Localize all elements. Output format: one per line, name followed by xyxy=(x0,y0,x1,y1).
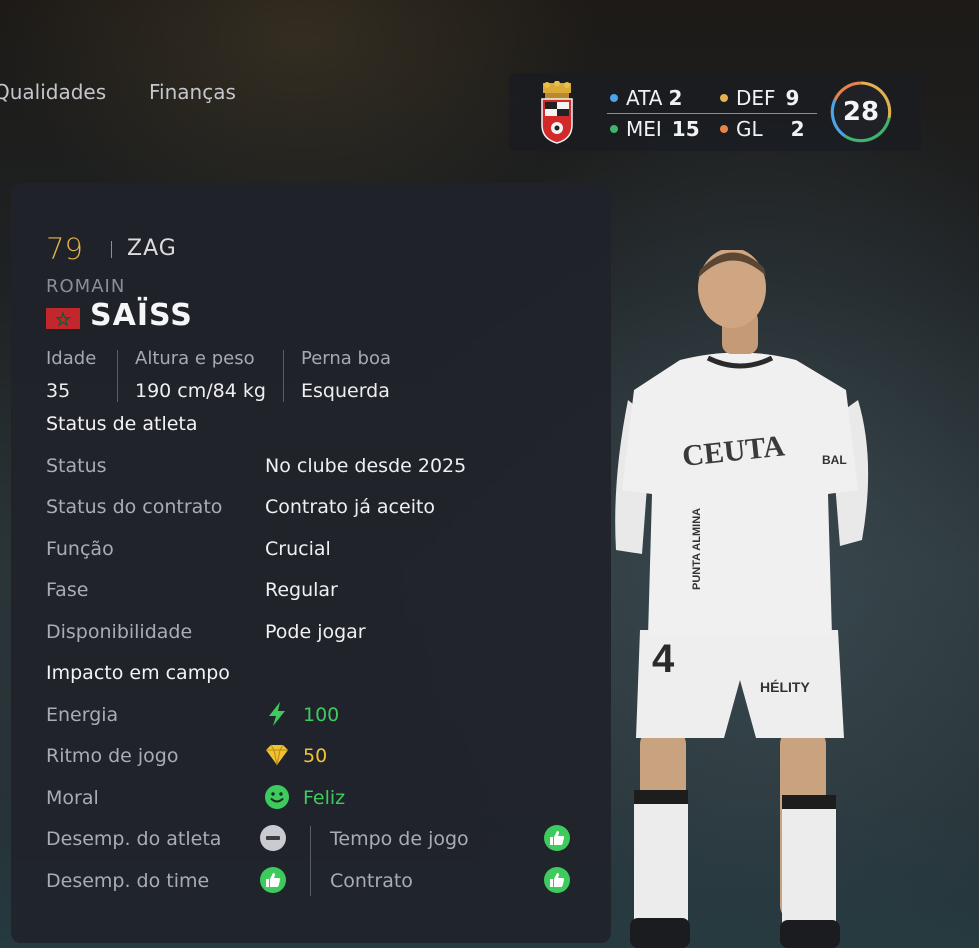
position-count-mei: MEI 15 xyxy=(610,117,700,141)
age-value: 35 xyxy=(46,380,71,402)
morocco-flag-icon xyxy=(46,308,80,329)
contract-status-value: Contrato já aceito xyxy=(265,496,436,518)
def-count: 9 xyxy=(785,86,800,110)
availability-value: Pode jogar xyxy=(265,621,366,643)
role-label: Função xyxy=(46,538,114,560)
player-last-name: SAÏSS xyxy=(90,298,193,333)
status-section-title: Status de atleta xyxy=(46,413,198,435)
status-value: No clube desde 2025 xyxy=(265,455,467,477)
sleeve-text: BAL xyxy=(822,453,847,467)
player-first-name: ROMAIN xyxy=(46,276,126,297)
player-3d-model: 4 HÉLITY CEUTA PUNTA ALMINA BAL xyxy=(615,250,869,948)
def-label: DEF xyxy=(736,86,776,110)
diamond-icon xyxy=(266,744,288,766)
foot-label: Perna boa xyxy=(301,348,391,369)
neutral-icon xyxy=(260,825,286,851)
contract-label: Contrato xyxy=(330,870,413,892)
position-count-ata: ATA 2 xyxy=(610,86,682,110)
mei-count: 15 xyxy=(671,117,700,141)
energy-value: 100 xyxy=(303,704,340,726)
height-weight-value: 190 cm/84 kg xyxy=(135,380,266,402)
shirt-sleeve-sponsor: PUNTA ALMINA xyxy=(691,508,703,590)
energy-label: Energia xyxy=(46,704,119,726)
availability-label: Disponibilidade xyxy=(46,621,193,643)
ata-label: ATA xyxy=(626,86,663,110)
thumbs-up-icon xyxy=(544,867,570,893)
smiley-icon xyxy=(265,785,289,809)
rating-separator xyxy=(111,241,112,258)
shorts-sponsor: HÉLITY xyxy=(760,679,810,695)
gl-label: GL xyxy=(736,117,763,141)
squad-total: 28 xyxy=(842,97,880,127)
match-rhythm-value: 50 xyxy=(303,745,328,767)
tab-qualidades[interactable]: Qualidades xyxy=(0,80,106,104)
player-performance-label: Desemp. do atleta xyxy=(46,828,222,850)
def-dot xyxy=(720,94,728,102)
ata-count: 2 xyxy=(668,86,683,110)
thumbs-up-icon xyxy=(260,867,286,893)
team-summary-divider xyxy=(607,113,817,114)
player-position: ZAG xyxy=(127,236,177,261)
height-weight-label: Altura e peso xyxy=(135,348,255,369)
bio-divider-2 xyxy=(283,350,284,402)
player-rating: 79 xyxy=(46,232,83,266)
mei-label: MEI xyxy=(626,117,662,141)
thumbs-up-icon xyxy=(544,825,570,851)
gl-count: 2 xyxy=(790,117,805,141)
impact-section-title: Impacto em campo xyxy=(46,662,230,684)
play-time-label: Tempo de jogo xyxy=(330,828,469,850)
club-crest-icon xyxy=(541,81,573,144)
phase-value: Regular xyxy=(265,579,338,601)
bio-divider-1 xyxy=(117,350,118,402)
ata-dot xyxy=(610,94,618,102)
role-value: Crucial xyxy=(265,538,331,560)
position-count-def: DEF 9 xyxy=(720,86,799,110)
team-performance-label: Desemp. do time xyxy=(46,870,210,892)
phase-label: Fase xyxy=(46,579,89,601)
tab-financas[interactable]: Finanças xyxy=(149,80,236,104)
impact-divider xyxy=(310,826,311,896)
age-label: Idade xyxy=(46,348,97,369)
match-rhythm-label: Ritmo de jogo xyxy=(46,745,179,767)
foot-value: Esquerda xyxy=(301,380,390,402)
shorts-number: 4 xyxy=(652,637,675,681)
mei-dot xyxy=(610,125,618,133)
lightning-icon xyxy=(269,702,285,726)
contract-status-label: Status do contrato xyxy=(46,496,223,518)
morale-value: Feliz xyxy=(303,787,346,809)
position-count-gl: GL 2 xyxy=(720,117,805,141)
morale-label: Moral xyxy=(46,787,99,809)
status-label: Status xyxy=(46,455,107,477)
gl-dot xyxy=(720,125,728,133)
